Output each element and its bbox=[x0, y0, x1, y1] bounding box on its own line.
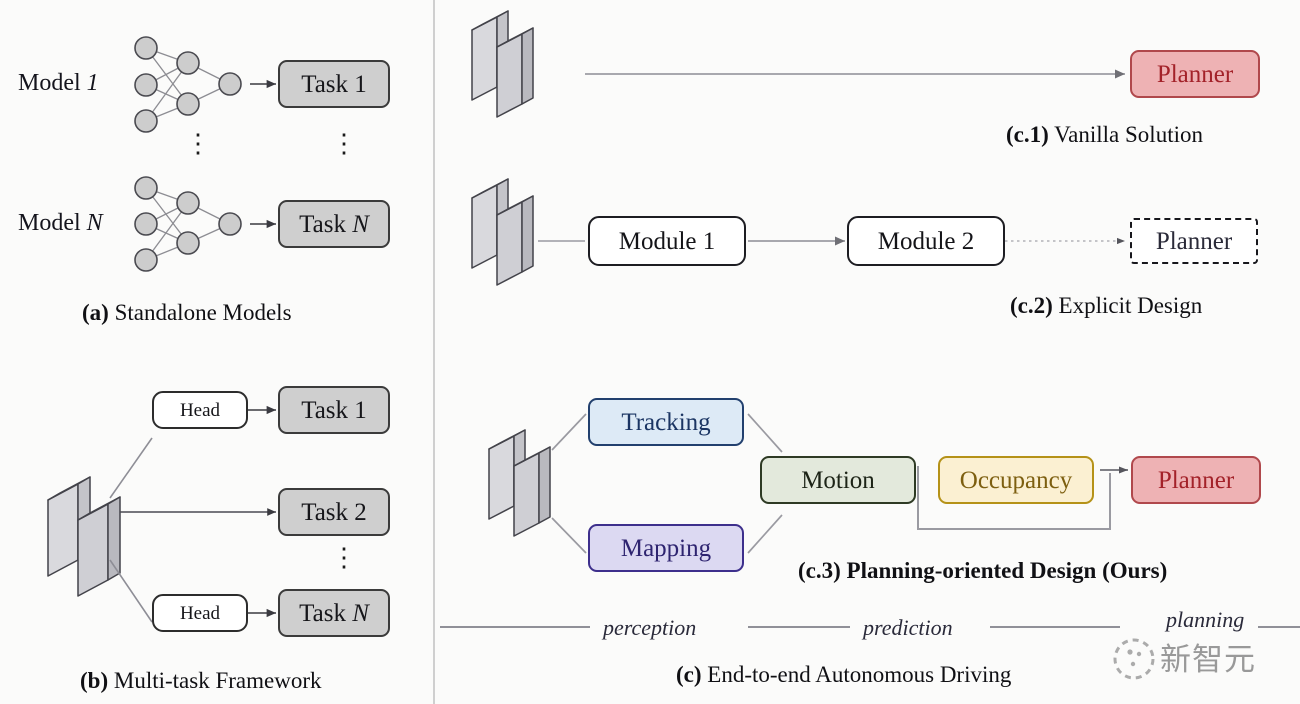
tracking-box[interactable]: Tracking bbox=[588, 398, 744, 446]
panel-b-caption: (b) Multi-task Framework bbox=[80, 668, 322, 693]
stage-label-perception: perception bbox=[603, 615, 697, 640]
watermark: 新智元 bbox=[1108, 628, 1298, 690]
planner-box-c1[interactable]: Planner bbox=[1130, 50, 1260, 98]
neural-net-row1-nodes bbox=[134, 36, 242, 133]
task-box-b-1[interactable]: Task 1 bbox=[278, 386, 390, 434]
task-box-b-1-label: Task 1 bbox=[301, 396, 367, 424]
panel-divider bbox=[433, 0, 435, 704]
task-box-a-1[interactable]: Task 1 bbox=[278, 60, 390, 108]
tracking-label: Tracking bbox=[621, 408, 711, 436]
panel-a-caption: (a) Standalone Models bbox=[82, 300, 292, 325]
panel-c-caption: (c) End-to-end Autonomous Driving bbox=[676, 662, 1012, 687]
module-1-label: Module 1 bbox=[618, 227, 716, 255]
backbone-icon-panel-b bbox=[47, 476, 121, 597]
task-box-b-2-label: Task 2 bbox=[301, 498, 367, 526]
figure-canvas: Model 1 Task 1 ⋮ ⋮ Model N Task N (a) St… bbox=[0, 0, 1300, 704]
motion-box[interactable]: Motion bbox=[760, 456, 916, 504]
c1-caption: (c.1) Vanilla Solution bbox=[1006, 122, 1203, 147]
mapping-box[interactable]: Mapping bbox=[588, 524, 744, 572]
panel-a-model-dots: ⋮ bbox=[185, 129, 211, 158]
backbone-fanout-panel-b bbox=[109, 437, 153, 623]
neural-net-row1 bbox=[145, 47, 231, 122]
model-n-label: Model N bbox=[18, 210, 103, 236]
backbone-icon-c2 bbox=[471, 178, 534, 286]
head-box-n[interactable]: Head bbox=[152, 594, 248, 632]
panel-a-task-dots: ⋮ bbox=[331, 129, 357, 158]
head-box-n-label: Head bbox=[179, 602, 221, 624]
planner-box-c2[interactable]: Planner bbox=[1130, 218, 1258, 264]
head-box-1-label: Head bbox=[179, 399, 221, 421]
planner-box-c2-label: Planner bbox=[1155, 227, 1233, 255]
planner-box-c3[interactable]: Planner bbox=[1131, 456, 1261, 504]
task-box-a-n-label: Task N bbox=[299, 210, 369, 238]
occupancy-box[interactable]: Occupancy bbox=[938, 456, 1094, 504]
planner-box-c1-label: Planner bbox=[1156, 60, 1234, 88]
c3-caption: (c.3) Planning-oriented Design (Ours) bbox=[798, 558, 1168, 583]
head-box-1[interactable]: Head bbox=[152, 391, 248, 429]
task-box-b-n-label: Task N bbox=[299, 599, 369, 627]
planner-box-c3-label: Planner bbox=[1157, 466, 1235, 494]
backbone-icon-c1 bbox=[471, 10, 534, 118]
task-box-a-1-label: Task 1 bbox=[301, 70, 367, 98]
task-box-b-2[interactable]: Task 2 bbox=[278, 488, 390, 536]
neural-net-rowN bbox=[145, 187, 231, 261]
motion-label: Motion bbox=[801, 466, 875, 494]
mapping-label: Mapping bbox=[620, 534, 712, 562]
panel-b-task-dots: ⋮ bbox=[331, 543, 357, 572]
module-2-box[interactable]: Module 2 bbox=[847, 216, 1005, 266]
c2-caption: (c.2) Explicit Design bbox=[1010, 293, 1203, 318]
occupancy-label: Occupancy bbox=[959, 466, 1073, 494]
watermark-text: 新智元 bbox=[1160, 642, 1256, 678]
backbone-icon-c3 bbox=[488, 429, 551, 537]
module-1-box[interactable]: Module 1 bbox=[588, 216, 746, 266]
module-2-label: Module 2 bbox=[877, 227, 975, 255]
task-box-b-n[interactable]: Task N bbox=[278, 589, 390, 637]
model-1-label: Model 1 bbox=[18, 70, 99, 96]
stage-label-prediction: prediction bbox=[863, 615, 953, 640]
task-box-a-n[interactable]: Task N bbox=[278, 200, 390, 248]
neural-net-rowN-nodes bbox=[134, 176, 242, 272]
